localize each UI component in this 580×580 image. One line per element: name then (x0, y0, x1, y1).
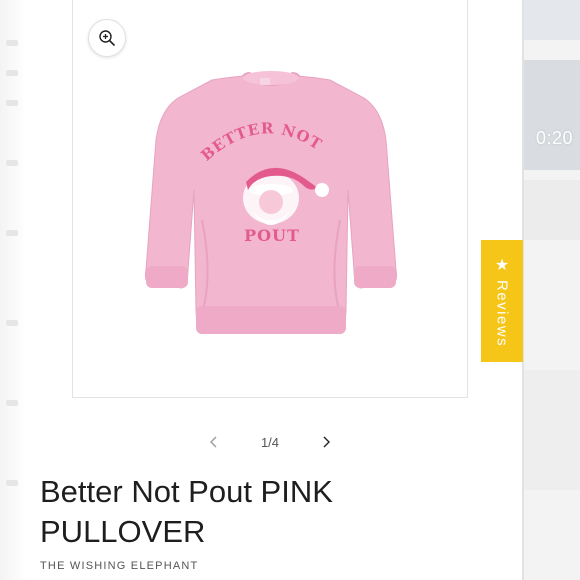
background-ghost (6, 160, 18, 166)
product-title: Better Not Pout PINK PULLOVER (40, 474, 333, 549)
svg-text:BETTER NOT: BETTER NOT (197, 119, 325, 164)
reviews-tab-label: Reviews (493, 280, 511, 348)
gallery-counter: 1/4 (260, 434, 280, 450)
video-timestamp: 0:20 (536, 128, 574, 148)
print-line-2: POUT (244, 226, 300, 245)
background-ghost (6, 400, 18, 406)
background-left-strip (0, 0, 26, 580)
zoom-in-icon (99, 30, 115, 46)
background-ghost (6, 70, 18, 76)
background-ghost (6, 320, 18, 326)
background-panel (522, 370, 580, 490)
star-icon: ★ (494, 257, 510, 274)
next-image-button[interactable] (312, 428, 340, 456)
gallery-pagination: 1/4 (200, 428, 340, 456)
zoom-button[interactable] (88, 19, 126, 57)
background-ghost (6, 480, 18, 486)
product-page: 0:20 BETTER NOT POUT ★ Reviews 1/4 Bette… (0, 0, 580, 580)
chevron-left-icon (210, 436, 217, 448)
background-panel (522, 0, 580, 40)
print-line-1: BETTER NOT (197, 119, 324, 164)
video-thumbnail[interactable] (522, 60, 580, 170)
background-ghost (6, 230, 18, 236)
print-text-arc: BETTER NOT (197, 119, 325, 164)
reviews-tab[interactable]: ★ Reviews (481, 240, 523, 362)
background-panel (522, 180, 580, 240)
chevron-right-icon (323, 436, 330, 448)
background-ghost (6, 100, 18, 106)
background-ghost (6, 40, 18, 46)
background-right-strip (522, 0, 580, 580)
previous-image-button[interactable] (200, 428, 228, 456)
product-vendor[interactable]: THE WISHING ELEPHANT (40, 560, 198, 572)
